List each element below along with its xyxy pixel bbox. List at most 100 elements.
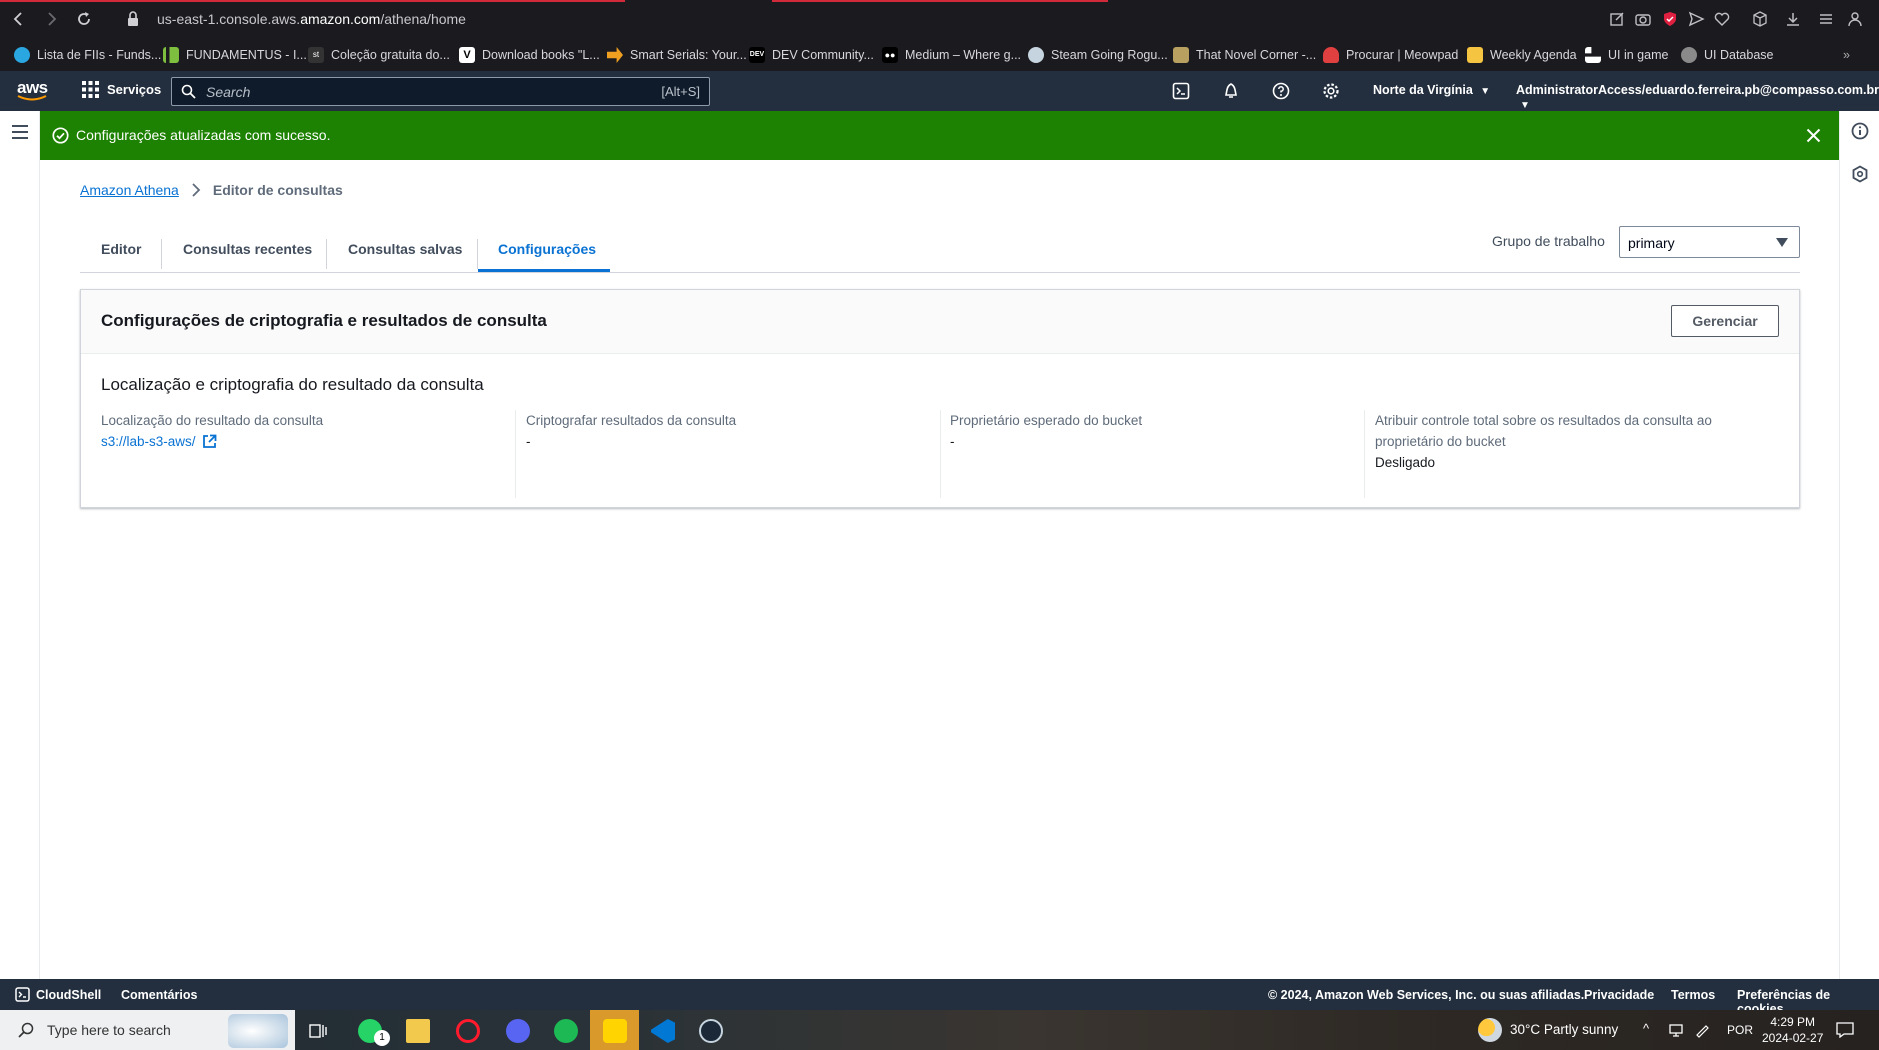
bookmark-item[interactable]: UI Database — [1681, 46, 1773, 64]
region-label: Norte da Virgínia — [1373, 83, 1473, 97]
bookmarks-overflow-icon[interactable]: » — [1843, 46, 1850, 64]
task-view-icon[interactable] — [306, 1019, 330, 1043]
bookmark-label: Procurar | Meowpad — [1346, 48, 1459, 62]
field-label: Criptografar resultados da consulta — [526, 413, 737, 428]
spotify-icon[interactable] — [554, 1019, 578, 1043]
breadcrumb-current: Editor de consultas — [212, 182, 343, 198]
profile-icon[interactable] — [1846, 10, 1864, 28]
address-bar[interactable]: us-east-1.console.aws.amazon.com/athena/… — [157, 11, 466, 27]
search-highlight-image — [228, 1014, 288, 1048]
bookmark-item[interactable]: FUNDAMENTUS - I... — [163, 46, 307, 64]
hexagon-settings-icon[interactable] — [1851, 165, 1869, 183]
language-indicator[interactable]: POR — [1727, 1023, 1753, 1037]
bookmark-label: Download books "L... — [482, 48, 600, 62]
bookmark-item[interactable]: Weekly Agenda — [1467, 46, 1577, 64]
bookmark-label: That Novel Corner -... — [1196, 48, 1317, 62]
heart-icon[interactable] — [1713, 10, 1731, 28]
bookmark-favicon-icon — [1173, 47, 1189, 63]
sticky-notes-icon[interactable] — [603, 1019, 627, 1043]
pen-icon[interactable] — [1694, 1022, 1710, 1038]
workgroup-value: primary — [1628, 235, 1675, 251]
help-icon[interactable] — [1272, 82, 1290, 100]
edit-icon[interactable] — [1608, 10, 1626, 28]
send-icon[interactable] — [1687, 10, 1705, 28]
notion-icon — [1467, 47, 1483, 63]
cloudshell-icon[interactable] — [1172, 82, 1190, 100]
download-icon[interactable] — [1784, 10, 1802, 28]
tray-chevron-up-icon[interactable]: ^ — [1643, 1021, 1649, 1036]
breadcrumb-link-athena[interactable]: Amazon Athena — [80, 182, 179, 198]
bookmark-label: FUNDAMENTUS - I... — [186, 48, 307, 62]
network-icon[interactable] — [1668, 1022, 1684, 1038]
bookmark-item[interactable]: st Coleção gratuita do... — [308, 46, 450, 64]
bookmark-item[interactable]: V Download books "L... — [459, 46, 600, 64]
caret-down-icon: ▼ — [1480, 86, 1491, 97]
tab-saved-queries[interactable]: Consultas salvas — [348, 225, 462, 273]
close-icon[interactable] — [1806, 128, 1821, 143]
back-icon[interactable] — [10, 10, 28, 28]
privacy-link[interactable]: Privacidade — [1584, 988, 1654, 1002]
taskbar-search-placeholder: Type here to search — [47, 1022, 171, 1038]
tab-editor[interactable]: Editor — [101, 225, 141, 273]
bookmark-label: Smart Serials: Your... — [630, 48, 747, 62]
steam-icon[interactable] — [699, 1019, 723, 1043]
bookmark-favicon-icon: V — [459, 47, 475, 63]
clock-time: 4:29 PM — [1770, 1015, 1816, 1029]
workgroup-select[interactable]: primary — [1619, 226, 1800, 258]
aws-logo-text: aws — [17, 78, 48, 97]
left-side-rail — [0, 111, 40, 979]
breadcrumb: Amazon Athena Editor de consultas — [80, 182, 343, 198]
tab-settings[interactable]: Configurações — [498, 225, 596, 273]
bookmark-item[interactable]: Procurar | Meowpad — [1323, 46, 1458, 64]
shield-icon[interactable] — [1661, 10, 1679, 28]
manage-button[interactable]: Gerenciar — [1671, 305, 1779, 337]
taskbar-clock[interactable]: 4:29 PM 2024-02-27 — [1762, 1014, 1823, 1046]
menu-icon[interactable] — [1817, 10, 1835, 28]
discord-icon[interactable] — [506, 1019, 530, 1043]
terms-link[interactable]: Termos — [1671, 988, 1715, 1002]
browser-toolbar: us-east-1.console.aws.amazon.com/athena/… — [0, 0, 1879, 38]
settings-gear-icon[interactable] — [1322, 82, 1340, 100]
caret-down-icon — [1776, 238, 1788, 247]
bookmark-item[interactable]: DEV DEV Community... — [749, 46, 874, 64]
taskbar-search[interactable]: Type here to search — [0, 1010, 295, 1050]
tab-recent-queries[interactable]: Consultas recentes — [183, 225, 312, 273]
file-explorer-icon[interactable] — [406, 1019, 430, 1043]
info-icon[interactable] — [1851, 122, 1869, 140]
box-icon[interactable] — [1751, 10, 1769, 28]
bookmark-item[interactable]: Smart Serials: Your... — [607, 46, 747, 64]
aws-logo[interactable]: aws — [17, 78, 48, 101]
tab-divider — [326, 239, 327, 269]
cloudshell-button[interactable]: CloudShell — [15, 987, 101, 1002]
services-menu-button[interactable]: Serviços — [82, 81, 161, 98]
region-selector[interactable]: Norte da Virgínia ▼ — [1373, 83, 1490, 97]
hamburger-menu-icon[interactable] — [12, 125, 28, 139]
forward-icon[interactable] — [42, 10, 60, 28]
notifications-bell-icon[interactable] — [1222, 82, 1240, 100]
search-input[interactable] — [206, 82, 586, 102]
feedback-link[interactable]: Comentários — [121, 988, 197, 1002]
vscode-icon[interactable] — [651, 1019, 675, 1043]
opera-browser-icon[interactable] — [456, 1019, 480, 1043]
s3-location-link[interactable]: s3://lab-s3-aws/ — [101, 434, 217, 449]
console-footer: CloudShell Comentários © 2024, Amazon We… — [0, 979, 1879, 1016]
weather-partly-sunny-icon — [1478, 1018, 1502, 1042]
cloudshell-label: CloudShell — [36, 987, 102, 1002]
notification-center-icon[interactable] — [1836, 1022, 1854, 1038]
bookmark-item[interactable]: That Novel Corner -... — [1173, 46, 1316, 64]
tab-label: Configurações — [498, 241, 597, 257]
account-menu[interactable]: AdministratorAccess/eduardo.ferreira.pb@… — [1516, 83, 1879, 111]
steam-icon — [1028, 47, 1044, 63]
search-field[interactable]: [Alt+S] — [171, 77, 710, 106]
weather-text[interactable]: 30°C Partly sunny — [1510, 1022, 1618, 1037]
tab-divider — [477, 239, 478, 269]
tab-label: Consultas salvas — [348, 241, 463, 257]
bookmark-item[interactable]: Steam Going Rogu... — [1028, 46, 1168, 64]
reload-icon[interactable] — [75, 10, 93, 28]
account-label: AdministratorAccess/eduardo.ferreira.pb@… — [1516, 83, 1879, 97]
flash-message: Configurações atualizadas com sucesso. — [76, 127, 331, 143]
bookmark-item[interactable]: UI in game — [1585, 46, 1668, 64]
bookmark-item[interactable]: ●● Medium – Where g... — [882, 46, 1021, 64]
bookmark-item[interactable]: Lista de FIIs - Funds... — [14, 46, 161, 64]
camera-icon[interactable] — [1634, 10, 1652, 28]
